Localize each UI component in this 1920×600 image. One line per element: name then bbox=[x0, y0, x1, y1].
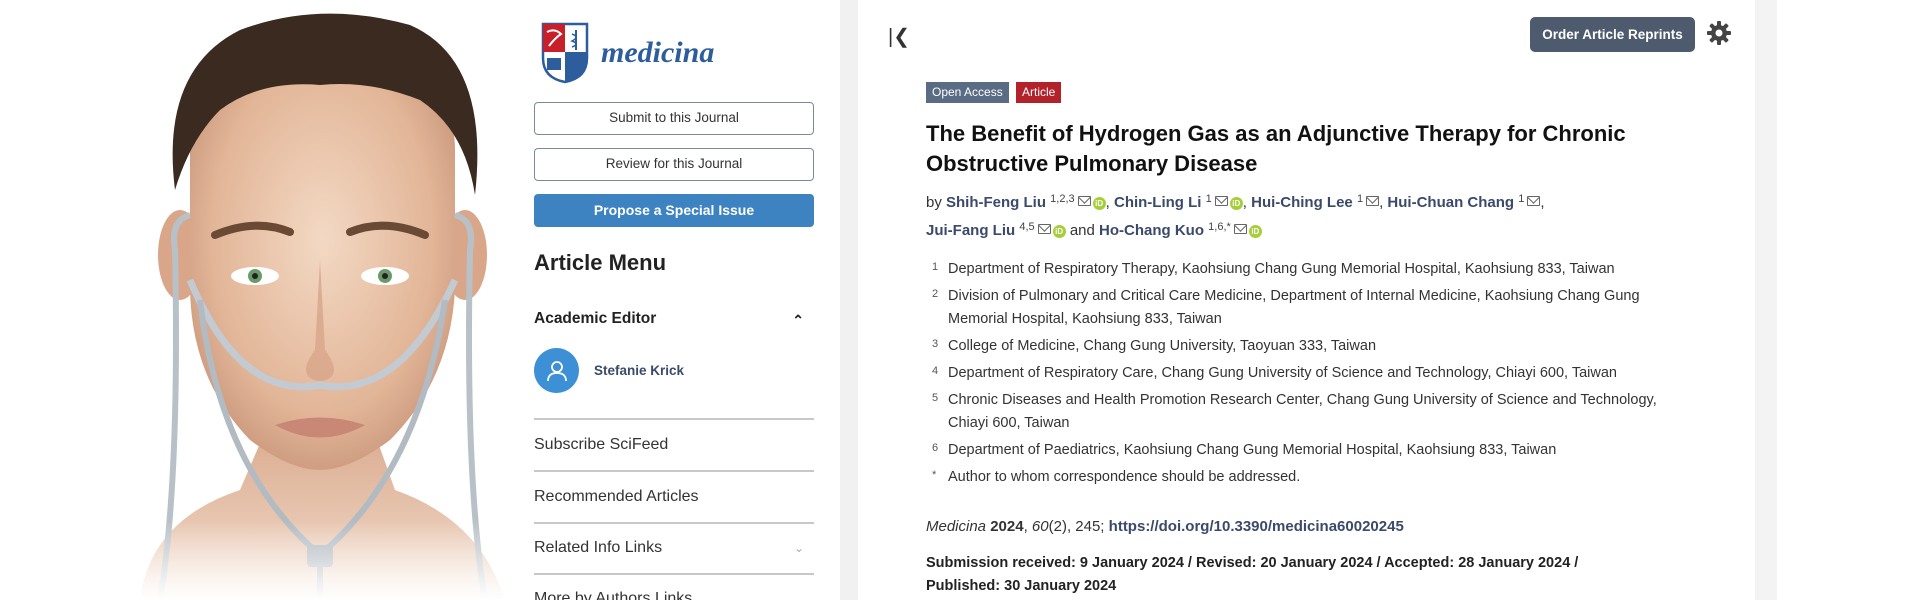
author-link[interactable]: Ho-Chang Kuo bbox=[1099, 222, 1204, 239]
menu-item-related-info-links[interactable]: Related Info Links ⌄ bbox=[534, 539, 804, 557]
affiliation-text: Division of Pulmonary and Critical Care … bbox=[948, 288, 1640, 327]
order-reprints-button[interactable]: Order Article Reprints bbox=[1530, 17, 1695, 52]
article-title: The Benefit of Hydrogen Gas as an Adjunc… bbox=[926, 121, 1626, 176]
menu-item-label: Related Info Links bbox=[534, 539, 663, 556]
review-for-journal-button[interactable]: Review for this Journal bbox=[534, 148, 814, 181]
email-icon[interactable] bbox=[1214, 196, 1228, 206]
menu-item-subscribe-scifeed[interactable]: Subscribe SciFeed bbox=[534, 436, 804, 454]
affiliation-text: Author to whom correspondence should be … bbox=[948, 469, 1301, 485]
affiliation-number: 1 bbox=[932, 261, 939, 273]
citation-volume: 60 bbox=[1031, 518, 1049, 535]
menu-item-recommended-articles[interactable]: Recommended Articles bbox=[534, 488, 804, 506]
article-panel: |❮ Order Article Reprints Open Access Ar… bbox=[858, 0, 1755, 600]
submit-to-journal-button[interactable]: Submit to this Journal bbox=[534, 102, 814, 135]
author-link[interactable]: Chin-Ling Li bbox=[1114, 194, 1201, 211]
author-affiliation-sup: 1 bbox=[1356, 193, 1364, 205]
affiliation-text: College of Medicine, Chang Gung Universi… bbox=[948, 338, 1377, 354]
journal-name: medicina bbox=[601, 36, 715, 69]
email-icon[interactable] bbox=[1233, 224, 1247, 234]
author-link[interactable]: Hui-Ching Lee bbox=[1251, 194, 1353, 211]
chevron-down-icon: ⌄ bbox=[793, 541, 804, 555]
chevron-up-icon: ⌃ bbox=[792, 312, 804, 328]
academic-editor-toggle[interactable]: Academic Editor ⌃ bbox=[534, 310, 804, 328]
article-type-badge: Article bbox=[1016, 82, 1062, 103]
orcid-icon[interactable]: iD bbox=[1092, 197, 1106, 210]
and-label: and bbox=[1069, 222, 1095, 239]
divider bbox=[534, 418, 814, 420]
affiliation-text: Department of Respiratory Care, Chang Gu… bbox=[948, 365, 1617, 381]
nasal-cannula-illustration bbox=[120, 13, 505, 600]
affiliation-text: Department of Respiratory Therapy, Kaohs… bbox=[948, 261, 1615, 277]
gear-icon[interactable] bbox=[1706, 20, 1732, 46]
email-icon[interactable] bbox=[1077, 196, 1091, 206]
shield-icon bbox=[541, 22, 589, 84]
orcid-icon[interactable]: iD bbox=[1229, 197, 1243, 210]
avatar bbox=[534, 348, 579, 393]
doi-link[interactable]: https://doi.org/10.3390/medicina60020245 bbox=[1109, 518, 1404, 535]
orcid-icon[interactable]: iD bbox=[1052, 225, 1066, 238]
propose-special-issue-button[interactable]: Propose a Special Issue bbox=[534, 194, 814, 227]
menu-item-more-by-authors-links[interactable]: More by Authors Links ⌄ bbox=[534, 590, 804, 600]
publication-dates: Submission received: 9 January 2024 / Re… bbox=[926, 555, 1579, 594]
citation-issue-pages: (2), 245; bbox=[1048, 518, 1105, 535]
affiliation-number: 6 bbox=[932, 442, 939, 454]
editor-name[interactable]: Stefanie Krick bbox=[594, 363, 684, 378]
affiliation-item: 5 Chronic Diseases and Health Promotion R… bbox=[926, 389, 1686, 435]
affiliation-item: 3 College of Medicine, Chang Gung Univers… bbox=[926, 335, 1686, 358]
user-icon bbox=[546, 360, 567, 381]
affiliation-number: * bbox=[932, 469, 937, 481]
affiliation-item: 6 Department of Paediatrics, Kaohsiung Ch… bbox=[926, 439, 1686, 462]
citation-line: Medicina 2024, 60(2), 245; https://doi.o… bbox=[926, 518, 1404, 535]
open-access-badge: Open Access bbox=[926, 82, 1009, 103]
affiliation-item: 4 Department of Respiratory Care, Chang G… bbox=[926, 362, 1686, 385]
article-menu-title: Article Menu bbox=[534, 250, 667, 275]
by-label: by bbox=[926, 194, 942, 211]
author-link[interactable]: Jui-Fang Liu bbox=[926, 222, 1015, 239]
affiliations-list: 1 Department of Respiratory Therapy, Kaoh… bbox=[926, 258, 1686, 493]
affiliation-number: 5 bbox=[932, 392, 939, 404]
author-affiliation-sup: 4,5 bbox=[1019, 221, 1035, 233]
email-icon[interactable] bbox=[1366, 196, 1380, 206]
panel-gutter bbox=[840, 0, 858, 600]
affiliation-item: * Author to whom correspondence should be… bbox=[926, 466, 1686, 489]
divider bbox=[534, 522, 814, 524]
divider bbox=[534, 573, 814, 575]
affiliation-number: 2 bbox=[932, 288, 939, 300]
author-list: by Shih-Feng Liu 1,2,3 iD, Chin-Ling Li 1… bbox=[926, 193, 1545, 239]
affiliation-text: Department of Paediatrics, Kaohsiung Cha… bbox=[948, 442, 1557, 458]
author-affiliation-sup: 1 bbox=[1205, 193, 1212, 205]
academic-editor-heading: Academic Editor bbox=[534, 310, 657, 327]
affiliation-item: 2 Division of Pulmonary and Critical Care… bbox=[926, 285, 1686, 331]
article-sidebar: medicina Submit to this Journal Review f… bbox=[505, 0, 840, 600]
article-illustration bbox=[120, 0, 505, 600]
academic-editor[interactable]: Stefanie Krick bbox=[534, 348, 684, 393]
panel-gutter-right bbox=[1755, 0, 1777, 600]
affiliation-number: 3 bbox=[932, 338, 939, 350]
affiliation-number: 4 bbox=[932, 365, 939, 377]
affiliation-text: Chronic Diseases and Health Promotion Re… bbox=[948, 392, 1657, 431]
author-affiliation-sup: 1,6,* bbox=[1208, 221, 1231, 233]
author-link[interactable]: Hui-Chuan Chang bbox=[1387, 194, 1514, 211]
collapse-sidebar-icon[interactable]: |❮ bbox=[888, 24, 910, 49]
journal-logo[interactable]: medicina bbox=[541, 22, 714, 84]
affiliation-item: 1 Department of Respiratory Therapy, Kaoh… bbox=[926, 258, 1686, 281]
email-icon[interactable] bbox=[1527, 196, 1541, 206]
menu-item-label: More by Authors Links bbox=[534, 590, 693, 600]
author-affiliation-sup: 1,2,3 bbox=[1050, 193, 1075, 205]
author-affiliation-sup: 1 bbox=[1518, 193, 1525, 205]
chevron-down-icon: ⌄ bbox=[793, 592, 804, 600]
divider bbox=[534, 470, 814, 472]
author-link[interactable]: Shih-Feng Liu bbox=[946, 194, 1046, 211]
citation-year: 2024 bbox=[990, 518, 1024, 535]
citation-journal: Medicina bbox=[926, 518, 987, 535]
orcid-icon[interactable]: iD bbox=[1248, 225, 1262, 238]
email-icon[interactable] bbox=[1037, 224, 1051, 234]
